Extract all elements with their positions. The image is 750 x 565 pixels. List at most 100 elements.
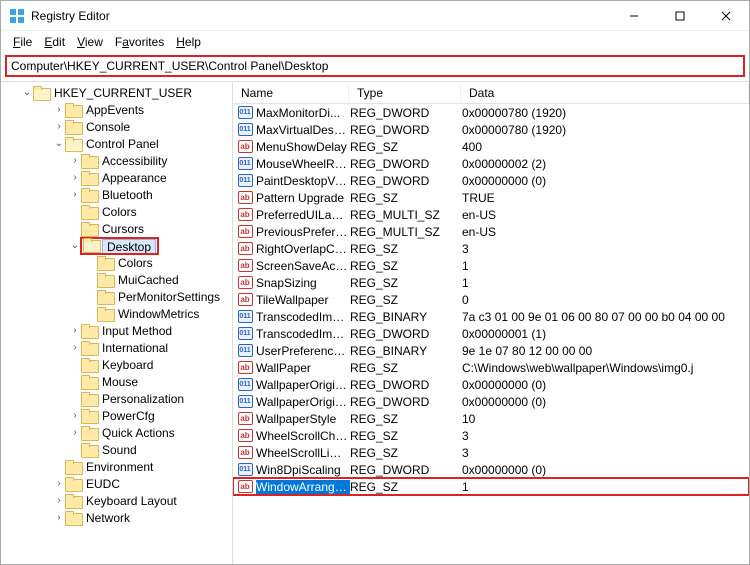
- menu-help[interactable]: Help: [170, 33, 207, 51]
- list-row[interactable]: 011MouseWheelRo...REG_DWORD0x00000002 (2…: [233, 155, 749, 172]
- value-type: REG_SZ: [350, 293, 462, 307]
- tree-node[interactable]: ›Keyboard Layout: [1, 492, 232, 509]
- folder-icon: [81, 443, 97, 456]
- chevron-right-icon[interactable]: ›: [69, 427, 81, 438]
- list-row[interactable]: 011PaintDesktopVer...REG_DWORD0x00000000…: [233, 172, 749, 189]
- tree-node[interactable]: ›Bluetooth: [1, 186, 232, 203]
- tree-node[interactable]: ›Console: [1, 118, 232, 135]
- list-row[interactable]: abWindowArrange...REG_SZ1: [233, 478, 749, 495]
- key-tree[interactable]: ⌄ HKEY_CURRENT_USER ›AppEvents›Console⌄C…: [1, 82, 233, 564]
- list-row[interactable]: abRightOverlapCh...REG_SZ3: [233, 240, 749, 257]
- chevron-right-icon[interactable]: ›: [69, 155, 81, 166]
- value-data: 3: [462, 446, 749, 460]
- list-row[interactable]: 011MaxMonitorDi...REG_DWORD0x00000780 (1…: [233, 104, 749, 121]
- tree-node[interactable]: Environment: [1, 458, 232, 475]
- list-row[interactable]: 011TranscodedImag...REG_BINARY7a c3 01 0…: [233, 308, 749, 325]
- value-type: REG_SZ: [350, 140, 462, 154]
- menu-favorites[interactable]: Favorites: [109, 33, 170, 51]
- list-row[interactable]: abScreenSaveActiveREG_SZ1: [233, 257, 749, 274]
- chevron-right-icon[interactable]: ›: [53, 478, 65, 489]
- list-row[interactable]: 011TranscodedImag...REG_DWORD0x00000001 …: [233, 325, 749, 342]
- tree-node-root[interactable]: ⌄ HKEY_CURRENT_USER: [1, 84, 232, 101]
- tree-node[interactable]: PerMonitorSettings: [1, 288, 232, 305]
- column-data[interactable]: Data: [461, 83, 749, 103]
- chevron-down-icon[interactable]: ⌄: [69, 240, 81, 251]
- tree-node[interactable]: Mouse: [1, 373, 232, 390]
- list-row[interactable]: abTileWallpaperREG_SZ0: [233, 291, 749, 308]
- list-row[interactable]: abWallpaperStyleREG_SZ10: [233, 410, 749, 427]
- tree-node[interactable]: ›International: [1, 339, 232, 356]
- list-row[interactable]: abWheelScrollCharsREG_SZ3: [233, 427, 749, 444]
- folder-icon: [81, 222, 97, 235]
- chevron-right-icon[interactable]: ›: [53, 495, 65, 506]
- tree-node[interactable]: Colors: [1, 203, 232, 220]
- list-row[interactable]: 011UserPreferences...REG_BINARY9e 1e 07 …: [233, 342, 749, 359]
- column-name[interactable]: Name: [233, 83, 349, 103]
- chevron-right-icon[interactable]: ›: [69, 189, 81, 200]
- tree-node[interactable]: Colors: [1, 254, 232, 271]
- tree-node[interactable]: ›Accessibility: [1, 152, 232, 169]
- list-row[interactable]: abWheelScrollLinesREG_SZ3: [233, 444, 749, 461]
- tree-node[interactable]: ›Input Method: [1, 322, 232, 339]
- address-bar[interactable]: [5, 55, 745, 77]
- value-data: 1: [462, 480, 749, 494]
- reg-binary-icon: 011: [237, 105, 253, 121]
- chevron-right-icon[interactable]: ›: [53, 512, 65, 523]
- tree-node[interactable]: WindowMetrics: [1, 305, 232, 322]
- chevron-right-icon[interactable]: ›: [69, 342, 81, 353]
- tree-node[interactable]: ›Appearance: [1, 169, 232, 186]
- value-name: WheelScrollChars: [256, 429, 350, 443]
- tree-node[interactable]: Cursors: [1, 220, 232, 237]
- folder-icon: [81, 171, 97, 184]
- tree-node[interactable]: ›AppEvents: [1, 101, 232, 118]
- tree-node[interactable]: Personalization: [1, 390, 232, 407]
- chevron-down-icon[interactable]: ⌄: [53, 138, 65, 149]
- chevron-right-icon[interactable]: ›: [69, 325, 81, 336]
- tree-node[interactable]: MuiCached: [1, 271, 232, 288]
- maximize-button[interactable]: [657, 1, 703, 31]
- body: ⌄ HKEY_CURRENT_USER ›AppEvents›Console⌄C…: [1, 81, 749, 564]
- menu-file[interactable]: File: [7, 33, 38, 51]
- tree-node[interactable]: › Quick Actions: [1, 424, 232, 441]
- folder-icon: [81, 409, 97, 422]
- value-data: 0: [462, 293, 749, 307]
- tree-label: Quick Actions: [100, 426, 177, 440]
- list-row[interactable]: abSnapSizingREG_SZ1: [233, 274, 749, 291]
- tree-node[interactable]: ›EUDC: [1, 475, 232, 492]
- minimize-button[interactable]: [611, 1, 657, 31]
- list-row[interactable]: abPreferredUILang...REG_MULTI_SZen-US: [233, 206, 749, 223]
- titlebar[interactable]: Registry Editor: [1, 1, 749, 31]
- chevron-right-icon[interactable]: ›: [69, 410, 81, 421]
- list-row[interactable]: abPreviousPreferre...REG_MULTI_SZen-US: [233, 223, 749, 240]
- list-row[interactable]: abMenuShowDelayREG_SZ400: [233, 138, 749, 155]
- chevron-right-icon[interactable]: ›: [69, 172, 81, 183]
- value-type: REG_DWORD: [350, 157, 462, 171]
- value-type: REG_SZ: [350, 361, 462, 375]
- tree-node[interactable]: ›Network: [1, 509, 232, 526]
- list-row[interactable]: 011WallpaperOriginXREG_DWORD0x00000000 (…: [233, 376, 749, 393]
- tree-node[interactable]: ⌄Control Panel: [1, 135, 232, 152]
- list-row[interactable]: abWallPaperREG_SZC:\Windows\web\wallpape…: [233, 359, 749, 376]
- chevron-down-icon[interactable]: ⌄: [21, 87, 33, 98]
- value-name: Pattern Upgrade: [256, 191, 350, 205]
- list-row[interactable]: 011WallpaperOriginYREG_DWORD0x00000000 (…: [233, 393, 749, 410]
- menu-view[interactable]: View: [71, 33, 109, 51]
- tree-node[interactable]: Keyboard: [1, 356, 232, 373]
- chevron-right-icon[interactable]: ›: [53, 121, 65, 132]
- window-title: Registry Editor: [31, 9, 611, 23]
- chevron-right-icon[interactable]: ›: [53, 104, 65, 115]
- column-type[interactable]: Type: [349, 83, 461, 103]
- list-row[interactable]: 011MaxVirtualDeskt...REG_DWORD0x00000780…: [233, 121, 749, 138]
- folder-icon: [81, 426, 97, 439]
- reg-string-icon: ab: [237, 258, 253, 274]
- tree-node[interactable]: Sound: [1, 441, 232, 458]
- folder-icon: [97, 307, 113, 320]
- menu-edit[interactable]: Edit: [38, 33, 71, 51]
- tree-node[interactable]: ⌄Desktop: [1, 237, 232, 254]
- list-row[interactable]: abPattern UpgradeREG_SZTRUE: [233, 189, 749, 206]
- value-type: REG_DWORD: [350, 123, 462, 137]
- value-list[interactable]: Name Type Data 011MaxMonitorDi...REG_DWO…: [233, 82, 749, 564]
- list-row[interactable]: 011Win8DpiScalingREG_DWORD0x00000000 (0): [233, 461, 749, 478]
- close-button[interactable]: [703, 1, 749, 31]
- tree-node[interactable]: ›PowerCfg: [1, 407, 232, 424]
